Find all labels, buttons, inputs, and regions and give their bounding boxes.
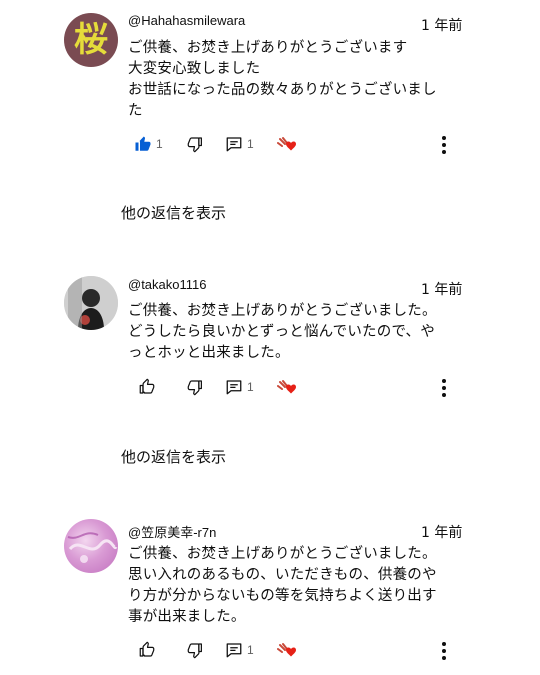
avatar-photo	[64, 276, 118, 330]
more-options-button[interactable]	[437, 376, 451, 400]
avatar[interactable]: 桜	[64, 13, 118, 67]
comment-time[interactable]: 1 年前	[421, 15, 462, 35]
avatar-glyph: 桜	[74, 20, 108, 60]
creator-heart-badge	[277, 642, 299, 660]
comment-time[interactable]: 1 年前	[421, 279, 462, 299]
more-vert-icon	[437, 376, 451, 400]
more-vert-icon	[437, 133, 451, 157]
comment-author[interactable]: @takako1116	[128, 277, 207, 292]
comment-text: ご供養、お焚き上げありがとうございました。 どうしたら良いかとずっと悩んでいたの…	[128, 303, 437, 361]
thumbs-down-icon	[186, 378, 204, 396]
like-button[interactable]: 1	[134, 135, 163, 153]
thumbs-up-icon	[138, 641, 156, 659]
creator-heart-badge	[277, 136, 299, 154]
like-button[interactable]	[138, 641, 156, 659]
comment-text: ご供養、お焚き上げありがとうございます 大変安心致しました お世話になった品の数…	[128, 40, 437, 119]
reply-button[interactable]: 1	[225, 641, 254, 659]
comment-author[interactable]: @笠原美幸-r7n	[128, 522, 216, 541]
comment-actions: 1	[0, 639, 540, 663]
dislike-button[interactable]	[186, 378, 204, 396]
reply-button[interactable]: 1	[225, 378, 254, 396]
reply-button[interactable]: 1	[225, 135, 254, 153]
thumbs-up-icon	[138, 378, 156, 396]
show-more-replies-button[interactable]: 他の返信を表示	[121, 202, 226, 223]
show-more-replies-button[interactable]: 他の返信を表示	[121, 446, 226, 467]
dislike-button[interactable]	[186, 135, 204, 153]
avatar[interactable]	[64, 519, 118, 573]
reply-count: 1	[247, 643, 254, 657]
comment-text: ご供養、お焚き上げありがとうございました。 思い入れのあるもの、いただきもの、供…	[128, 546, 437, 625]
heart-icon	[277, 379, 299, 397]
comment-icon	[225, 378, 243, 396]
reply-count: 1	[247, 380, 254, 394]
dislike-button[interactable]	[186, 641, 204, 659]
avatar[interactable]	[64, 276, 118, 330]
comment-icon	[225, 135, 243, 153]
thumbs-up-icon	[134, 135, 152, 153]
more-vert-icon	[437, 639, 451, 663]
more-options-button[interactable]	[437, 133, 451, 157]
comment-actions: 1 1	[0, 133, 540, 157]
avatar-photo	[67, 532, 118, 563]
comment-actions: 1	[0, 376, 540, 400]
like-button[interactable]	[138, 378, 156, 396]
heart-icon	[277, 136, 299, 154]
more-options-button[interactable]	[437, 639, 451, 663]
comment-author[interactable]: @Hahahasmilewara	[128, 13, 245, 28]
comment-icon	[225, 641, 243, 659]
creator-heart-badge	[277, 379, 299, 397]
comment-time[interactable]: 1 年前	[421, 522, 462, 542]
heart-icon	[277, 642, 299, 660]
reply-count: 1	[247, 137, 254, 151]
thumbs-down-icon	[186, 135, 204, 153]
thumbs-down-icon	[186, 641, 204, 659]
like-count: 1	[156, 137, 163, 151]
